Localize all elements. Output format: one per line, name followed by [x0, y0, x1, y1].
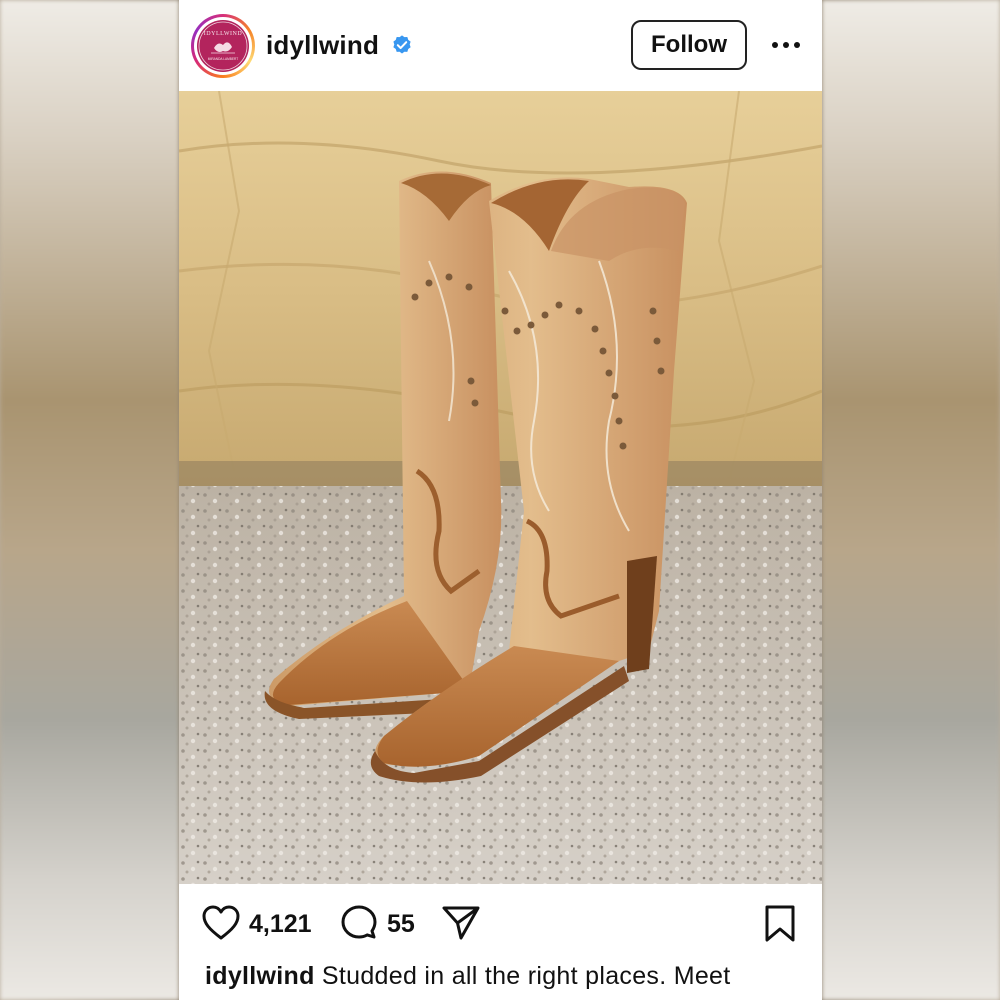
- more-horizontal-icon[interactable]: [769, 32, 803, 58]
- post-header: IDYLLWIND MIRANDA LAMBERT idyllwind Foll…: [179, 0, 822, 92]
- post-caption: idyllwind Studded in all the right place…: [205, 962, 815, 991]
- blurred-background-right: [822, 0, 1000, 1000]
- heart-icon[interactable]: [201, 904, 241, 942]
- follow-button[interactable]: Follow: [631, 20, 747, 70]
- verified-badge-icon: [393, 35, 411, 54]
- avatar-logo-text: IDYLLWIND: [204, 31, 243, 37]
- comment-bubble-icon[interactable]: [340, 904, 378, 942]
- story-ring[interactable]: IDYLLWIND MIRANDA LAMBERT: [191, 14, 255, 78]
- caption-text: Studded in all the right places. Meet: [321, 962, 731, 990]
- post-photo[interactable]: [179, 91, 822, 884]
- bookmark-icon[interactable]: [763, 904, 797, 944]
- post-actions-bar: 4,121 55: [179, 884, 822, 964]
- likes-count[interactable]: 4,121: [249, 910, 312, 939]
- instagram-post-card: IDYLLWIND MIRANDA LAMBERT idyllwind Foll…: [179, 0, 822, 1000]
- avatar: IDYLLWIND MIRANDA LAMBERT: [197, 20, 249, 72]
- blurred-background-left: [0, 0, 179, 1000]
- paper-plane-icon[interactable]: [441, 904, 481, 942]
- comments-count[interactable]: 55: [387, 910, 415, 939]
- post-username[interactable]: idyllwind: [266, 30, 379, 61]
- avatar-logo-subtext: MIRANDA LAMBERT: [208, 57, 238, 61]
- caption-username[interactable]: idyllwind: [205, 962, 315, 990]
